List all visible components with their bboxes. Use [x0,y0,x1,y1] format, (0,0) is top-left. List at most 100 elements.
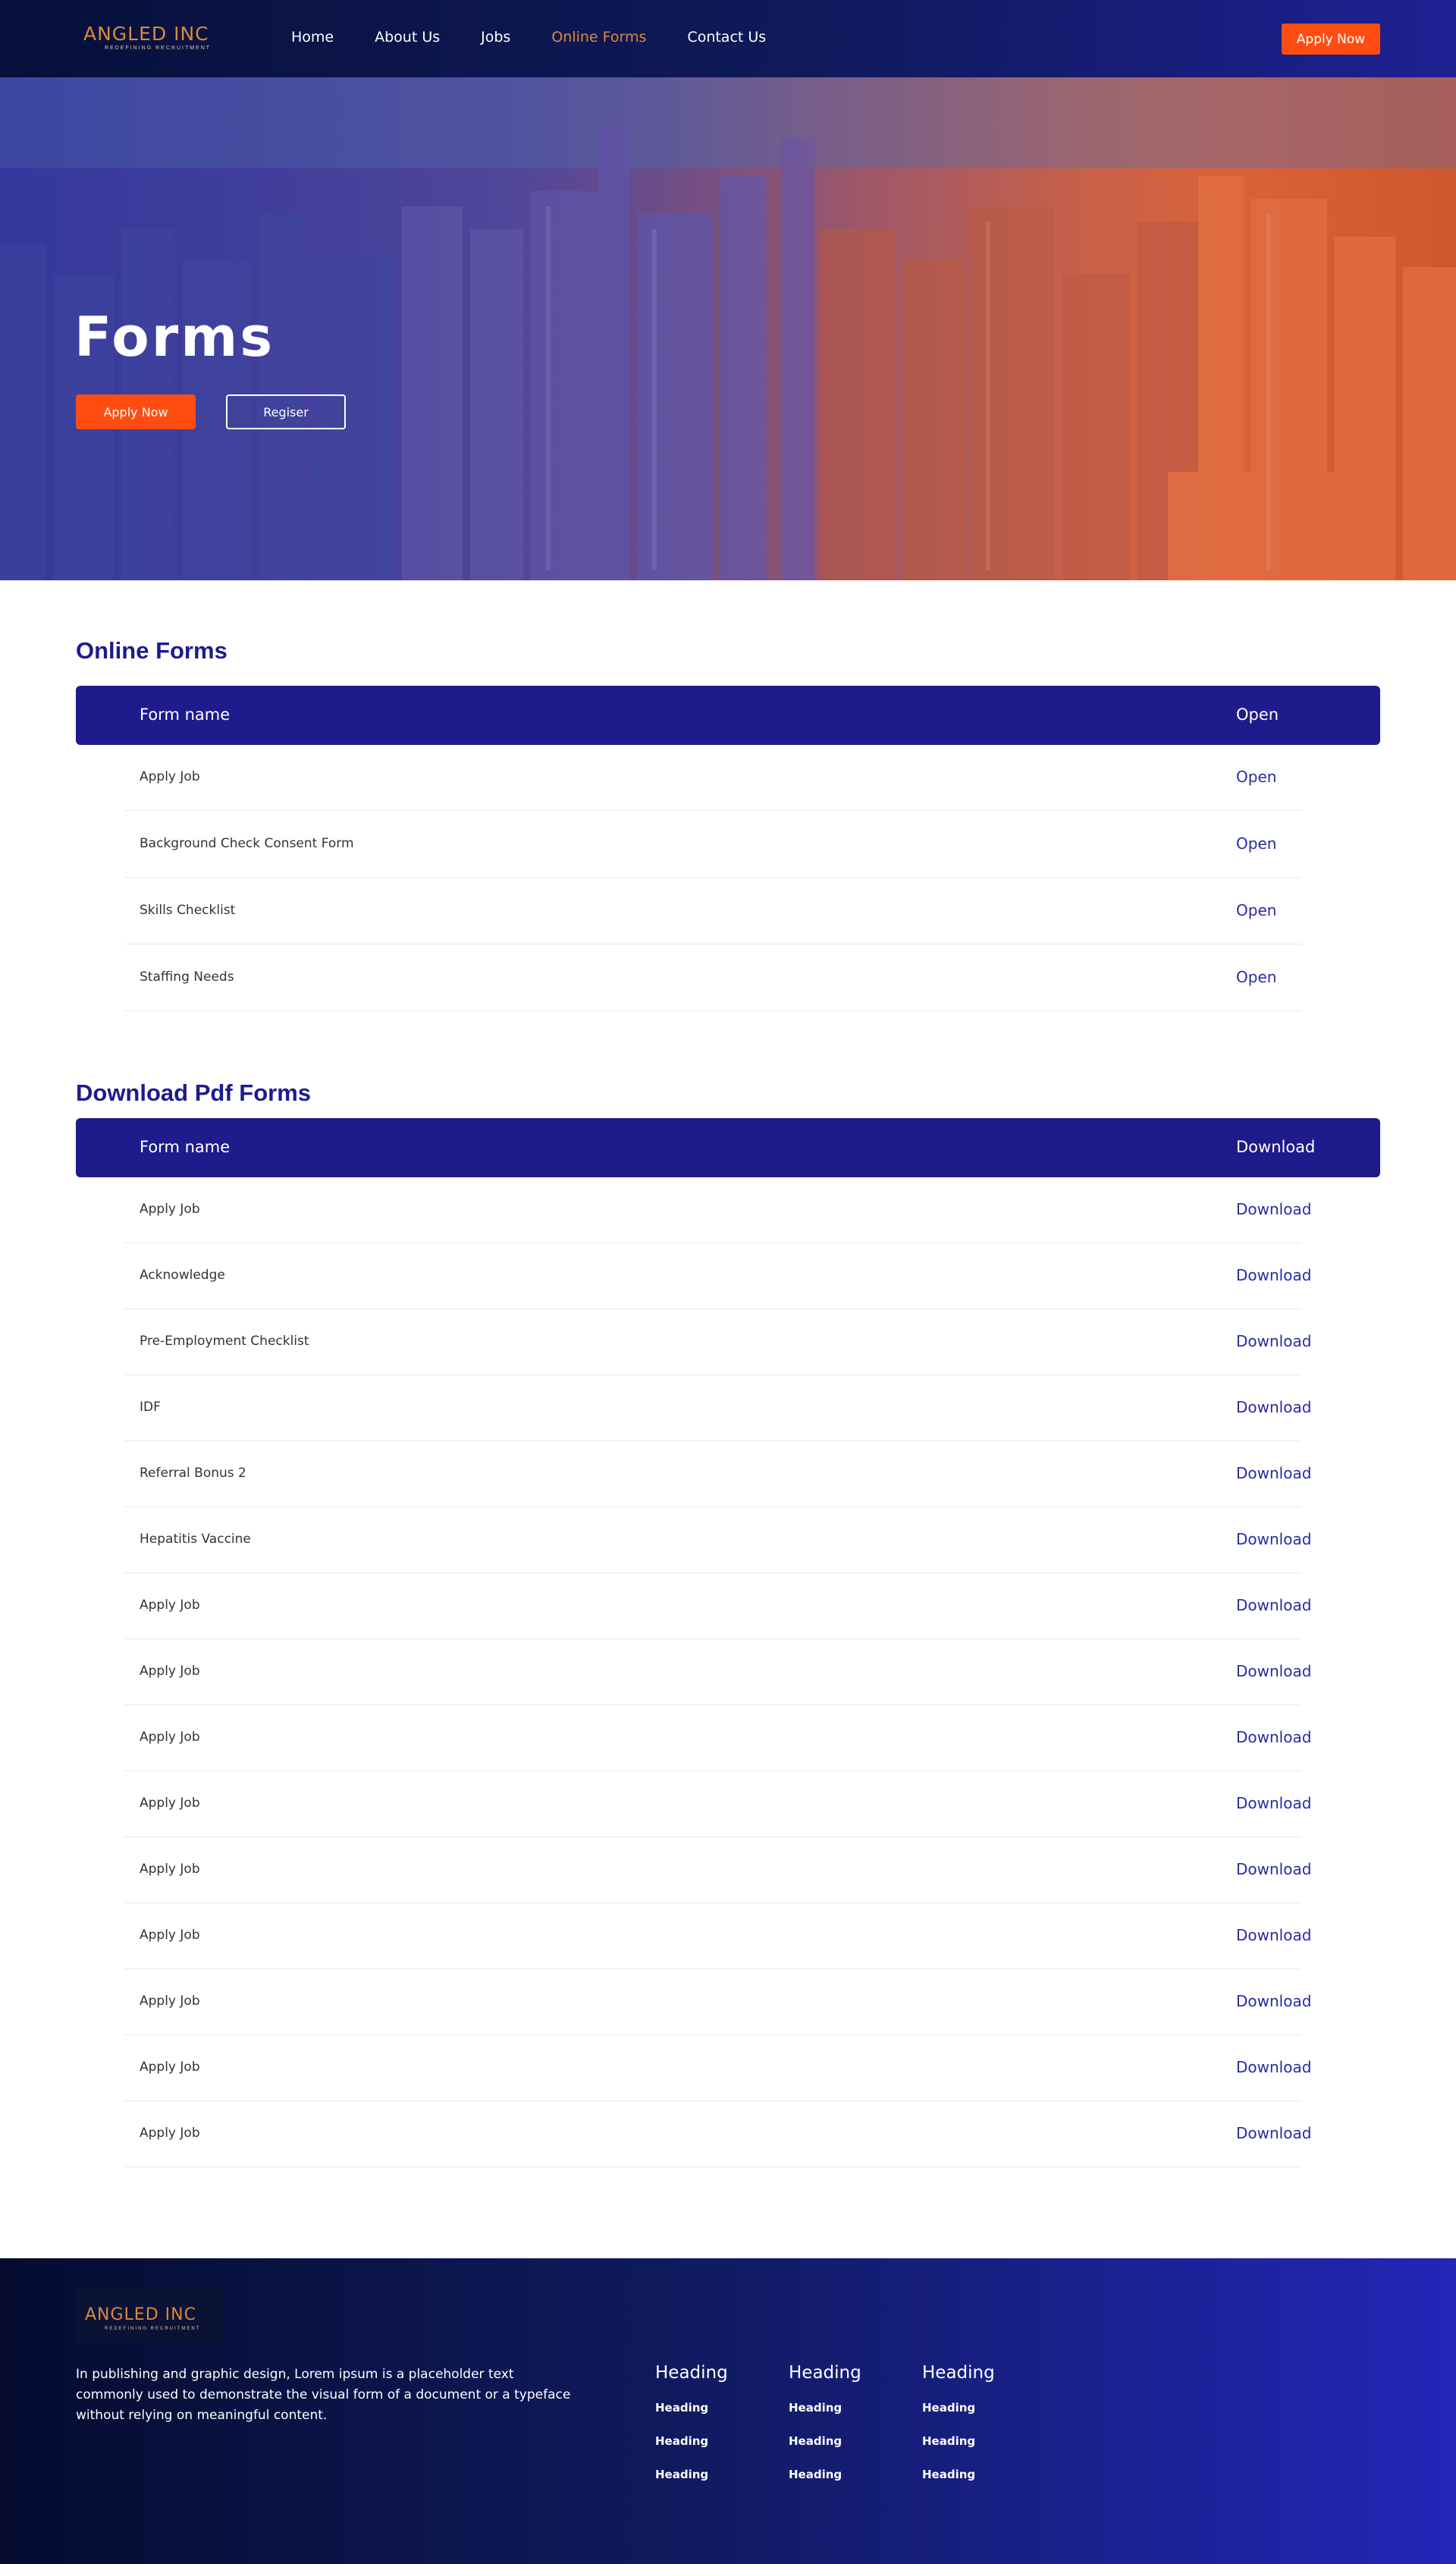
online-forms-section: Online Forms Form name Open Apply Job Ope… [0,580,1456,1035]
hero-apply-button[interactable]: Apply Now [76,394,196,429]
table-row: Apply Job Download [124,1705,1311,1771]
form-name: Hepatitis Vaccine [140,1532,251,1547]
footer-column-1: Heading Heading Heading Heading [655,2363,769,2501]
form-name: Apply Job [140,1598,200,1613]
form-name: IDF [140,1400,161,1415]
footer-description: In publishing and graphic design, Lorem … [76,2367,571,2423]
download-link[interactable]: Download [1236,1662,1311,1680]
footer-link[interactable]: Heading [789,2401,902,2415]
download-link[interactable]: Download [1236,1530,1311,1548]
table-row: Acknowledge Download [124,1243,1311,1309]
header-apply-button[interactable]: Apply Now [1282,24,1380,55]
footer-link[interactable]: Heading [922,2401,1036,2415]
footer-column-heading: Heading [789,2363,861,2383]
logo-brand: ANGLED INC [83,23,209,45]
nav-about-us[interactable]: About Us [375,29,440,46]
footer-link[interactable]: Heading [922,2434,1036,2448]
form-name: Apply Job [140,1994,200,2009]
download-link[interactable]: Download [1236,1860,1311,1878]
table-row: Background Check Consent Form Open [124,812,1301,878]
table-row: Apply Job Download [124,1639,1311,1705]
table-row: Referral Bonus 2 Download [124,1441,1311,1507]
download-link[interactable]: Download [1236,1992,1311,2010]
nav-online-forms[interactable]: Online Forms [551,29,646,46]
open-link[interactable]: Open [1236,768,1276,786]
download-link[interactable]: Download [1236,1398,1311,1416]
form-name: Staffing Needs [140,969,234,985]
table-row: Apply Job Open [124,745,1301,811]
table-row: Apply Job Download [124,2101,1311,2167]
pdf-forms-table-header: Form name Download [76,1118,1380,1177]
footer-link[interactable]: Heading [655,2401,769,2415]
form-name: Apply Job [140,1202,200,1217]
table-row: Pre-Employment Checklist Download [124,1309,1311,1375]
open-link[interactable]: Open [1236,968,1276,986]
hero-banner: Forms Apply Now Regiser [0,77,1456,580]
footer-link[interactable]: Heading [655,2468,769,2481]
footer-column-heading: Heading [922,2363,995,2383]
open-link[interactable]: Open [1236,834,1276,853]
download-link[interactable]: Download [1236,1596,1311,1614]
form-name: Skills Checklist [140,903,236,918]
table-row: Staffing Needs Open [124,945,1301,1011]
table-row: Apply Job Download [124,1573,1311,1639]
download-link[interactable]: Download [1236,1200,1311,1218]
download-link[interactable]: Download [1236,2058,1311,2076]
pdf-forms-title: Download Pdf Forms [76,1079,311,1106]
form-name: Pre-Employment Checklist [140,1334,309,1349]
table-row: Apply Job Download [124,1969,1311,2035]
footer-column-heading: Heading [655,2363,728,2383]
hero-register-button[interactable]: Regiser [226,394,346,429]
download-link[interactable]: Download [1236,1728,1311,1746]
nav-contact-us[interactable]: Contact Us [687,29,766,46]
form-name: Apply Job [140,769,200,784]
column-open: Open [1236,705,1279,724]
table-row: Apply Job Download [124,1903,1311,1969]
nav-jobs[interactable]: Jobs [481,29,510,46]
form-name: Apply Job [140,2126,200,2141]
form-name: Apply Job [140,2060,200,2075]
download-link[interactable]: Download [1236,1266,1311,1284]
download-link[interactable]: Download [1236,1332,1311,1350]
form-name: Apply Job [140,1862,200,1877]
page-title: Forms [74,305,275,369]
download-link[interactable]: Download [1236,1926,1311,1944]
footer-link[interactable]: Heading [922,2468,1036,2481]
footer-logo[interactable]: ANGLED INC REDEFINING RECRUITMENT [76,2289,223,2343]
form-name: Acknowledge [140,1268,225,1283]
footer-link[interactable]: Heading [789,2434,902,2448]
form-name: Apply Job [140,1664,200,1679]
table-row: Apply Job Download [124,1771,1311,1837]
table-row: Apply Job Download [124,2035,1311,2101]
download-link[interactable]: Download [1236,1794,1311,1812]
download-link[interactable]: Download [1236,1464,1311,1482]
footer-logo-tagline: REDEFINING RECRUITMENT [105,2327,201,2331]
form-name: Apply Job [140,1928,200,1943]
column-download: Download [1236,1138,1316,1156]
logo-tagline: REDEFINING RECRUITMENT [105,46,212,51]
nav-home[interactable]: Home [291,29,334,46]
open-link[interactable]: Open [1236,901,1276,919]
site-header: ANGLED INC REDEFINING RECRUITMENT Home A… [0,0,1456,77]
footer-column-2: Heading Heading Heading Heading [789,2363,902,2501]
online-forms-title: Online Forms [76,637,228,664]
table-row: Apply Job Download [124,1837,1311,1903]
site-footer: ANGLED INC REDEFINING RECRUITMENT In pub… [0,2258,1456,2564]
main-nav: Home About Us Jobs Online Forms Contact … [291,29,766,46]
footer-link[interactable]: Heading [655,2434,769,2448]
site-logo[interactable]: ANGLED INC REDEFINING RECRUITMENT [83,23,220,53]
footer-column-3: Heading Heading Heading Heading [922,2363,1036,2501]
form-name: Apply Job [140,1796,200,1811]
column-form-name: Form name [140,705,231,724]
online-forms-table-header: Form name Open [76,686,1380,745]
table-row: Apply Job Download [124,1177,1311,1243]
table-row: IDF Download [124,1375,1311,1441]
footer-link[interactable]: Heading [789,2468,902,2481]
form-name: Background Check Consent Form [140,836,354,851]
form-name: Referral Bonus 2 [140,1466,246,1481]
form-name: Apply Job [140,1730,200,1745]
pdf-forms-section: Download Pdf Forms Form name Download Ap… [0,1023,1456,2176]
download-link[interactable]: Download [1236,2124,1311,2142]
column-form-name: Form name [140,1138,231,1156]
table-row: Skills Checklist Open [124,878,1301,944]
